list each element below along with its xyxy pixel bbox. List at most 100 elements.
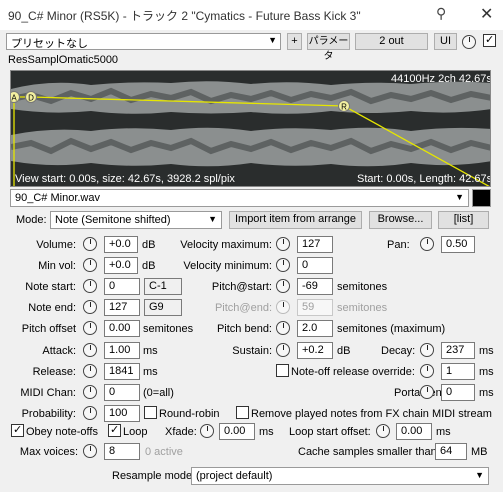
obey-noteoffs-checkbox[interactable]: [11, 424, 24, 437]
velocity-min-knob[interactable]: [276, 258, 290, 272]
noteoff-override-knob[interactable]: [420, 364, 434, 378]
pin-icon[interactable]: ⚲: [436, 5, 446, 22]
midi-chan-input[interactable]: 0: [104, 384, 140, 401]
sustain-label: Sustain:: [232, 345, 272, 357]
browse-button[interactable]: Browse...: [369, 211, 432, 229]
noteoff-override-label: Note-off release override:: [291, 366, 415, 378]
pitch-offset-knob[interactable]: [83, 321, 97, 335]
attack-knob[interactable]: [83, 343, 97, 357]
volume-input[interactable]: +0.0: [104, 236, 138, 253]
loop-offset-knob[interactable]: [376, 424, 390, 438]
noteoff-override-checkbox[interactable]: [276, 364, 289, 377]
pitch-bend-knob[interactable]: [276, 321, 290, 335]
note-start-input[interactable]: 0: [104, 278, 140, 295]
note-start-label: Note start:: [25, 281, 76, 293]
pitch-start-unit: semitones: [337, 281, 388, 293]
color-swatch[interactable]: [472, 189, 491, 207]
midi-chan-label: MIDI Chan:: [20, 387, 76, 399]
io-button[interactable]: 2 out: [355, 33, 428, 50]
xfade-input[interactable]: 0.00: [219, 423, 255, 440]
sustain-knob[interactable]: [276, 343, 290, 357]
remove-notes-checkbox[interactable]: [236, 406, 249, 419]
format-info: 44100Hz 2ch 42.67s: [391, 73, 491, 85]
midi-chan-unit: (0=all): [143, 387, 174, 399]
midi-chan-knob[interactable]: [83, 385, 97, 399]
max-voices-input[interactable]: 8: [104, 443, 140, 460]
pitch-start-input[interactable]: -69: [297, 278, 333, 295]
min-vol-knob[interactable]: [83, 258, 97, 272]
note-end-label: Note end:: [28, 302, 76, 314]
pan-input[interactable]: 0.50: [441, 236, 475, 253]
probability-knob[interactable]: [83, 406, 97, 420]
min-vol-input[interactable]: +0.0: [104, 257, 138, 274]
marker-d-label: D: [28, 94, 34, 103]
pitch-end-input: 59: [297, 299, 333, 316]
sustain-input[interactable]: +0.2: [297, 342, 333, 359]
decay-knob[interactable]: [420, 343, 434, 357]
velocity-min-label: Velocity minimum:: [183, 260, 272, 272]
min-vol-label: Min vol:: [38, 260, 76, 272]
cache-input[interactable]: 64: [435, 443, 467, 460]
resample-dropdown[interactable]: (project default) ▼: [191, 467, 489, 485]
pitch-start-label: Pitch@start:: [211, 281, 272, 293]
note-start-knob[interactable]: [83, 279, 97, 293]
max-voices-label: Max voices:: [19, 446, 78, 458]
chevron-down-icon: ▼: [455, 192, 464, 202]
import-item-button[interactable]: Import item from arrange: [229, 211, 362, 229]
enable-checkbox[interactable]: [483, 34, 496, 47]
waveform-display[interactable]: A D R 44100Hz 2ch 42.67s View start: 0.0…: [10, 70, 491, 187]
add-preset-button[interactable]: +: [287, 33, 302, 50]
loop-offset-unit: ms: [436, 426, 451, 438]
pitch-bend-input[interactable]: 2.0: [297, 320, 333, 337]
portamento-knob[interactable]: [420, 385, 434, 399]
preset-dropdown[interactable]: プリセットなし ▼: [6, 33, 281, 50]
chevron-down-icon: ▼: [268, 35, 277, 45]
xfade-unit: ms: [259, 426, 274, 438]
note-end-input[interactable]: 127: [104, 299, 140, 316]
decay-unit: ms: [479, 345, 494, 357]
round-robin-checkbox[interactable]: [144, 406, 157, 419]
window-title: 90_C# Minor (RS5K) - トラック 2 "Cymatics - …: [8, 9, 361, 23]
wet-knob[interactable]: [462, 35, 476, 49]
note-end-knob[interactable]: [83, 300, 97, 314]
velocity-max-input[interactable]: 127: [297, 236, 333, 253]
mode-dropdown[interactable]: Note (Semitone shifted) ▼: [50, 211, 222, 229]
pitch-start-knob[interactable]: [276, 279, 290, 293]
decay-input[interactable]: 237: [441, 342, 475, 359]
loop-checkbox[interactable]: [108, 424, 121, 437]
portamento-unit: ms: [479, 387, 494, 399]
pitch-end-knob: [276, 300, 290, 314]
loop-offset-label: Loop start offset:: [289, 426, 371, 438]
list-button[interactable]: [list]: [438, 211, 489, 229]
attack-input[interactable]: 1.00: [104, 342, 140, 359]
portamento-input[interactable]: 0: [441, 384, 475, 401]
xfade-knob[interactable]: [200, 424, 214, 438]
max-voices-knob[interactable]: [83, 444, 97, 458]
ui-button[interactable]: UI: [434, 33, 457, 50]
probability-input[interactable]: 100: [104, 405, 140, 422]
attack-label: Attack:: [42, 345, 76, 357]
loop-offset-input[interactable]: 0.00: [396, 423, 432, 440]
velocity-min-input[interactable]: 0: [297, 257, 333, 274]
release-input[interactable]: 1841: [104, 363, 140, 380]
chevron-down-icon: ▼: [208, 214, 217, 224]
pan-knob[interactable]: [420, 237, 434, 251]
pitch-offset-input[interactable]: 0.00: [104, 320, 140, 337]
noteoff-override-input[interactable]: 1: [441, 363, 475, 380]
waveform-graphic: A D R: [11, 81, 490, 186]
release-knob[interactable]: [83, 364, 97, 378]
volume-knob[interactable]: [83, 237, 97, 251]
close-icon[interactable]: ✕: [480, 4, 493, 24]
view-info: View start: 0.00s, size: 42.67s, 3928.2 …: [15, 173, 235, 185]
chevron-down-icon: ▼: [475, 470, 484, 480]
attack-unit: ms: [143, 345, 158, 357]
xfade-label: Xfade:: [165, 426, 197, 438]
resample-value: (project default): [196, 470, 273, 482]
params-button[interactable]: パラメータ: [307, 33, 350, 62]
pitch-bend-label: Pitch bend:: [216, 323, 272, 335]
plugin-name: ResSamplOmatic5000: [8, 54, 119, 66]
marker-r-label: R: [341, 103, 347, 112]
velocity-max-knob[interactable]: [276, 237, 290, 251]
pitch-offset-label: Pitch offset: [21, 323, 76, 335]
file-dropdown[interactable]: 90_C# Minor.wav ▼: [10, 189, 469, 207]
